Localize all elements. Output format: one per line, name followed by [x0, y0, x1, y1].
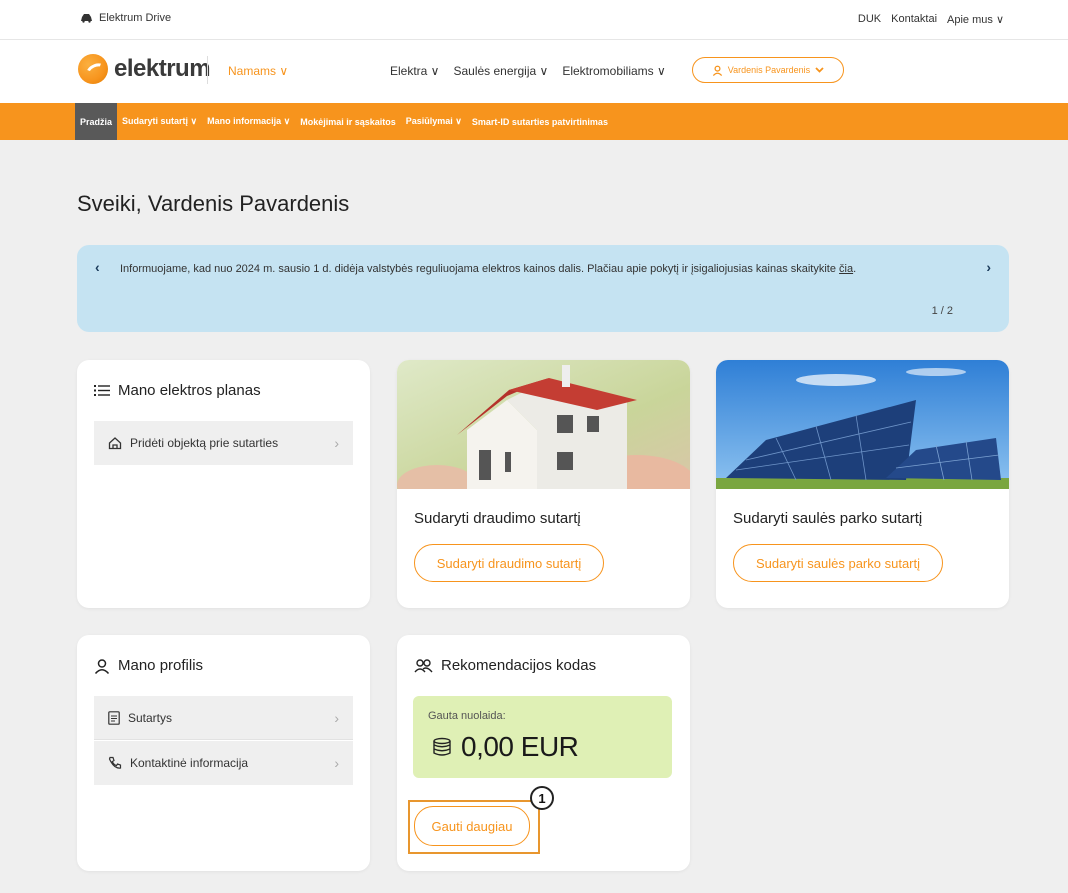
insurance-card-title: Sudaryti draudimo sutartį [414, 510, 581, 527]
profile-card-title-text: Mano profilis [118, 657, 204, 674]
plan-card-title-text: Mano elektros planas [118, 382, 261, 399]
nav-divider [207, 56, 208, 84]
subnav-offers[interactable]: Pasiūlymai ∨ [401, 103, 467, 140]
coins-icon [433, 737, 451, 756]
page-title: Sveiki, Vardenis Pavardenis [77, 191, 350, 216]
drive-label: Elektrum Drive [99, 12, 172, 24]
nav-electricity[interactable]: Elektra ∨ [390, 64, 439, 78]
user-icon [94, 658, 110, 674]
discount-value: 0,00 EUR [461, 731, 579, 762]
home-icon [108, 437, 122, 450]
subnav-smart-id[interactable]: Smart-ID sutarties patvirtinimas [467, 103, 613, 140]
main-nav: elektrum Namams ∨ Elektra ∨ Saulės energ… [0, 40, 1068, 103]
insurance-contract-button[interactable]: Sudaryti draudimo sutartį [414, 544, 604, 582]
discount-panel: Gauta nuolaida: 0,00 EUR [413, 696, 672, 778]
chevron-right-icon: › [334, 755, 339, 771]
banner-prev-button[interactable]: ‹ [95, 259, 100, 275]
segment-dropdown[interactable]: Namams ∨ [228, 64, 288, 78]
solar-card-title: Sudaryti saulės parko sutartį [733, 510, 923, 527]
nav-solar[interactable]: Saulės energija ∨ [453, 64, 548, 78]
contracts-item[interactable]: Sutartys › [94, 696, 353, 740]
banner-message-end: . [853, 263, 857, 275]
logo-wordmark: elektrum [114, 55, 211, 82]
subnav-home[interactable]: Pradžia [75, 103, 118, 140]
users-icon [414, 659, 433, 673]
nav-ev[interactable]: Elektromobiliams ∨ [562, 64, 665, 78]
discount-label: Gauta nuolaida: [428, 710, 506, 722]
chevron-right-icon: › [334, 435, 339, 451]
profile-card-title: Mano profilis [94, 657, 203, 674]
add-object-item[interactable]: Pridėti objektą prie sutarties › [94, 421, 353, 465]
car-icon [81, 14, 92, 23]
list-icon [94, 385, 110, 396]
chevron-right-icon: › [334, 709, 339, 726]
banner-link[interactable]: čia [839, 263, 853, 275]
step-badge: 1 [530, 786, 554, 810]
contact-info-item[interactable]: Kontaktinė informacija › [94, 741, 353, 785]
chevron-down-icon [815, 67, 824, 73]
banner-pager: 1 / 2 [931, 305, 953, 317]
faq-link[interactable]: DUK [858, 13, 881, 26]
elektrum-logo[interactable]: elektrum [78, 54, 211, 84]
document-icon [108, 710, 120, 725]
contracts-label: Sutartys [128, 710, 173, 725]
solar-card: Sudaryti saulės parko sutartį Sudaryti s… [716, 360, 1009, 608]
account-subnav: Pradžia Sudaryti sutartį ∨ Mano informac… [0, 103, 1068, 140]
banner-text: Informuojame, kad nuo 2024 m. sausio 1 d… [120, 263, 856, 275]
banner-next-button[interactable]: › [986, 259, 991, 275]
plan-card: Mano elektros planas Pridėti objektą pri… [77, 360, 370, 608]
user-name: Vardenis Pavardenis [727, 65, 811, 75]
referral-card-title-text: Rekomendacijos kodas [441, 657, 597, 674]
house-image [397, 360, 690, 489]
solar-contract-button[interactable]: Sudaryti saulės parko sutartį [733, 544, 943, 582]
contact-info-label: Kontaktinė informacija [130, 756, 249, 770]
referral-card-title: Rekomendacijos kodas [414, 657, 596, 674]
plan-card-title: Mano elektros planas [94, 382, 261, 399]
insurance-card: Sudaryti draudimo sutartį Sudaryti draud… [397, 360, 690, 608]
discount-amount: 0,00 EUR [431, 731, 579, 763]
utility-links: DUK Kontaktai Apie mus ∨ [858, 13, 1004, 26]
user-icon [712, 65, 722, 76]
phone-icon [108, 756, 122, 769]
logo-icon [78, 54, 108, 84]
subnav-contract[interactable]: Sudaryti sutartį ∨ [117, 103, 202, 140]
add-object-label: Pridėti objektą prie sutarties [130, 436, 279, 450]
info-banner: ‹ Informuojame, kad nuo 2024 m. sausio 1… [77, 245, 1009, 332]
subnav-my-info[interactable]: Mano informacija ∨ [202, 103, 295, 140]
subnav-payments[interactable]: Mokėjimai ir sąskaitos [295, 103, 401, 140]
user-menu-button[interactable]: Vardenis Pavardenis [692, 57, 844, 83]
step-highlight [408, 800, 540, 854]
banner-message: Informuojame, kad nuo 2024 m. sausio 1 d… [120, 263, 840, 275]
solar-image [716, 360, 1009, 489]
utility-bar: Elektrum Drive DUK Kontaktai Apie mus ∨ [0, 0, 1068, 40]
about-link[interactable]: Apie mus ∨ [947, 13, 1004, 26]
contacts-link[interactable]: Kontaktai [891, 13, 937, 26]
nav-links: Elektra ∨ Saulės energija ∨ Elektromobil… [390, 64, 666, 78]
elektrum-drive-link[interactable]: Elektrum Drive [80, 12, 171, 24]
profile-card: Mano profilis Sutartys › Kontaktinė info… [77, 635, 370, 871]
